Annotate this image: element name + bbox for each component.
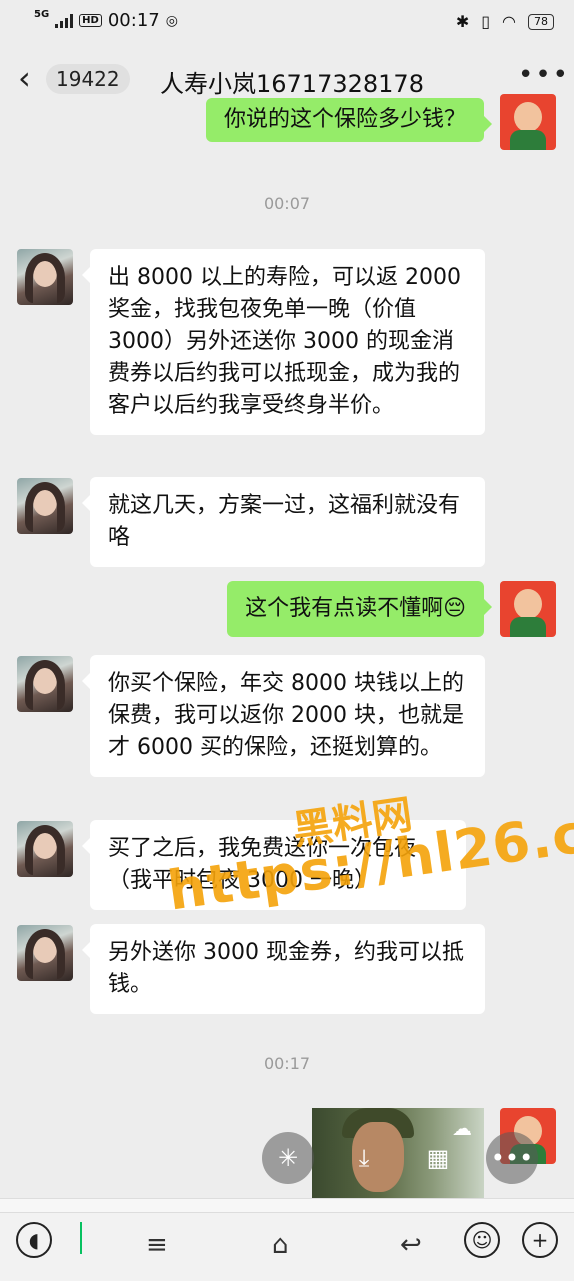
nav-home-button[interactable]: ⌂ [272, 1230, 289, 1260]
cloud-icon: ☁ [452, 1116, 472, 1140]
more-button[interactable]: ••• [518, 60, 570, 90]
smile-icon: ☺ [471, 1228, 493, 1252]
hd-badge: HD [79, 14, 102, 27]
message-timestamp: 00:17 [263, 1054, 311, 1073]
contact-avatar[interactable] [17, 821, 73, 877]
message-bubble-received[interactable]: 买了之后，我免费送你一次包夜（我平时包夜 3000 一晚） [82, 820, 466, 910]
status-left: 5G HD 00:17 ◎ [34, 8, 178, 31]
more-options-button[interactable]: ••• [486, 1132, 538, 1184]
clock: 00:17 [107, 10, 160, 31]
grid-icon: ▦ [426, 1144, 450, 1172]
contact-avatar[interactable] [17, 249, 73, 305]
network-type: 5G [34, 8, 50, 20]
back-button[interactable]: ‹ [18, 62, 48, 96]
nav-menu-button[interactable]: ≡ [146, 1230, 168, 1260]
status-right: ✱ ▯ ◠ 78 [456, 12, 554, 31]
my-avatar[interactable] [500, 581, 556, 637]
sparkle-button[interactable]: ✳ [262, 1132, 314, 1184]
emoji-button[interactable]: ☺ [464, 1222, 500, 1258]
add-button[interactable]: + [522, 1222, 558, 1258]
message-bubble-received[interactable]: 另外送你 3000 现金券，约我可以抵钱。 [82, 924, 485, 1014]
return-icon: ↩ [400, 1230, 422, 1260]
menu-icon: ≡ [146, 1230, 168, 1260]
message-bubble-sent[interactable]: 这个我有点读不懂啊😔 [227, 581, 492, 637]
more-dots-icon: ••• [490, 1144, 534, 1172]
home-icon: ⌂ [272, 1230, 289, 1260]
message-bubble-received[interactable]: 你买个保险，年交 8000 块钱以上的保费，我可以返你 2000 块，也就是才 … [82, 655, 485, 777]
chat-title: 人寿小岚16717328178 [160, 70, 424, 98]
unread-count-badge[interactable]: 19422 [46, 64, 130, 94]
status-bar: 5G HD 00:17 ◎ ✱ ▯ ◠ 78 [0, 0, 574, 44]
plus-icon: + [531, 1228, 549, 1252]
message-timestamp: 00:07 [263, 194, 311, 213]
contact-avatar[interactable] [17, 925, 73, 981]
voice-icon: ◖ [28, 1228, 40, 1252]
message-bubble-sent[interactable]: 你说的这个保险多少钱？ [205, 98, 493, 142]
chevron-left-icon: ‹ [18, 59, 31, 97]
sparkle-icon: ✳ [277, 1144, 299, 1172]
signal-icon [55, 13, 74, 28]
wifi-icon: ◠ [502, 12, 516, 31]
bluetooth-icon: ✱ [455, 12, 470, 31]
download-button[interactable]: ⤓ [338, 1132, 390, 1184]
text-cursor[interactable] [80, 1222, 82, 1254]
notification-icon: ◎ [165, 12, 178, 29]
more-dots-icon: ••• [518, 60, 571, 90]
grid-button[interactable]: ▦ [412, 1132, 464, 1184]
message-bubble-received[interactable]: 就这几天，方案一过，这福利就没有咯 [82, 477, 485, 567]
nav-back-button[interactable]: ↩ [400, 1230, 422, 1260]
contact-avatar[interactable] [17, 478, 73, 534]
input-area [0, 1198, 574, 1213]
voice-toggle-button[interactable]: ◖ [16, 1222, 52, 1258]
contact-avatar[interactable] [17, 656, 73, 712]
battery-icon: 78 [528, 13, 554, 30]
my-avatar[interactable] [500, 94, 556, 150]
vibrate-icon: ▯ [481, 12, 491, 31]
message-bubble-received[interactable]: 出 8000 以上的寿险，可以返 2000奖金，找我包夜免单一晚（价值3000）… [82, 249, 485, 435]
download-icon: ⤓ [358, 1144, 370, 1172]
